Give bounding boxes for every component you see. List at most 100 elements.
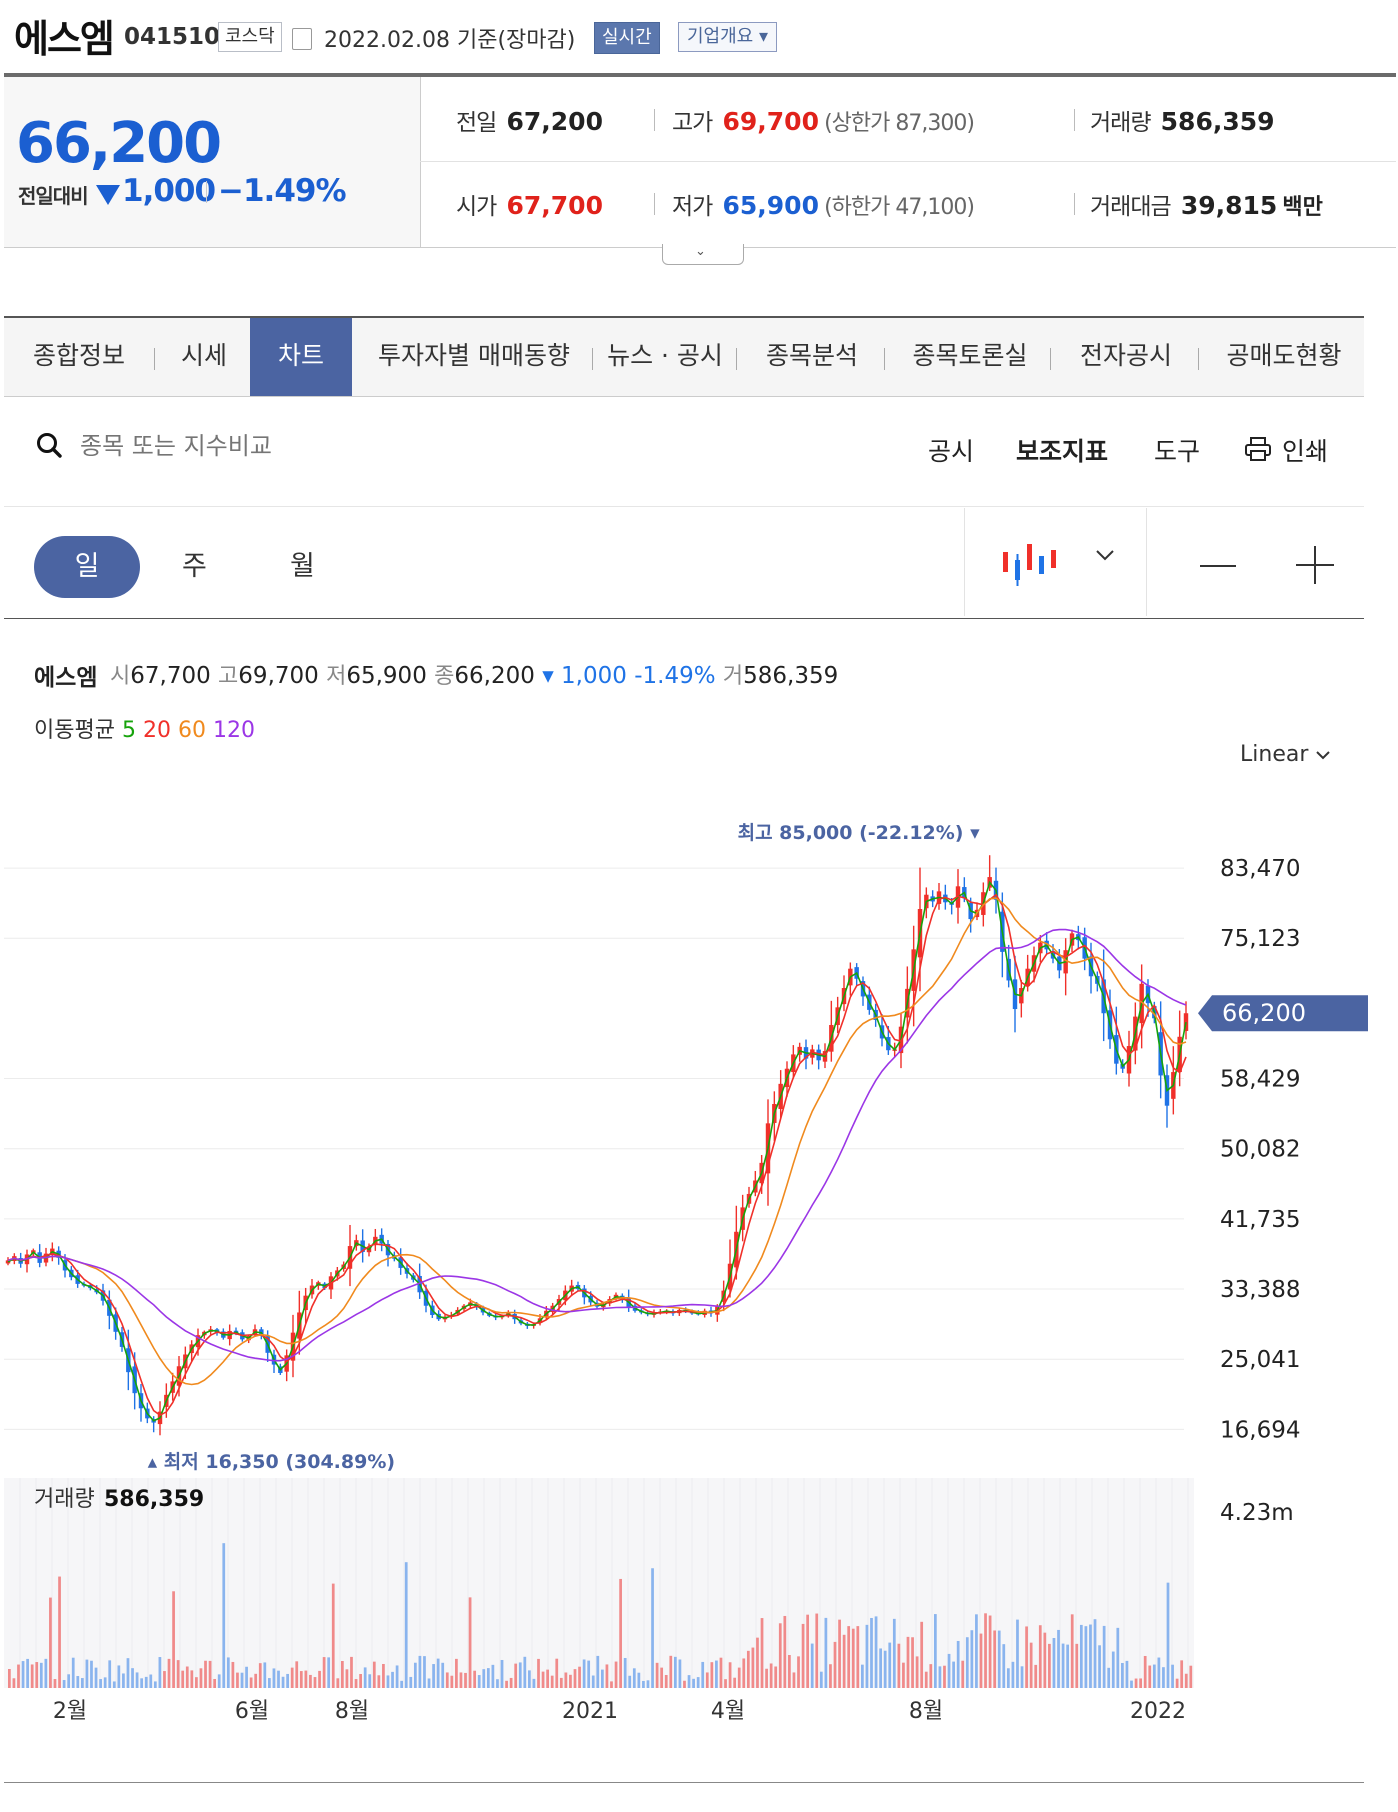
tab-short-selling[interactable]: 공매도현황 xyxy=(1204,318,1364,396)
volume-bar xyxy=(705,1672,709,1688)
volume-bar xyxy=(810,1643,814,1688)
scale-select[interactable]: Linear xyxy=(1240,742,1331,767)
volume-bar xyxy=(299,1671,303,1688)
volume-bar xyxy=(687,1675,691,1688)
volume-bar xyxy=(587,1660,591,1688)
volume-bar xyxy=(404,1562,408,1688)
volume-bar xyxy=(683,1680,686,1688)
print-icon[interactable] xyxy=(1244,436,1272,462)
volume-bar xyxy=(518,1662,522,1688)
disclosure-button[interactable]: 공시 xyxy=(928,432,974,468)
volume-bar xyxy=(8,1669,11,1688)
period-day-button[interactable]: 일 xyxy=(34,536,140,598)
trading-amount: 거래대금 39,815 백만 xyxy=(1090,187,1323,221)
company-overview-label: 기업개요 xyxy=(687,26,754,47)
volume-bar xyxy=(591,1675,595,1688)
volume-bar xyxy=(847,1626,851,1688)
price-chart[interactable]: 83,470 75,123 58,429 50,082 41,735 33,388 25,0… xyxy=(0,780,1398,1780)
tab-news[interactable]: 뉴스 · 공시 xyxy=(598,318,732,396)
volume-bar xyxy=(514,1663,518,1688)
tab-investor-trading[interactable]: 투자자별 매매동향 xyxy=(354,318,594,396)
volume-bar xyxy=(933,1614,937,1688)
stock-name: 에스엠 xyxy=(14,17,115,61)
volume-label: 거래량 xyxy=(34,1487,95,1512)
tab-chart[interactable]: 차트 xyxy=(250,318,352,396)
info-open-label: 시 xyxy=(110,664,131,689)
tab-divider xyxy=(1198,348,1199,370)
volume-bar xyxy=(222,1543,226,1688)
moving-average-legend[interactable]: 이동평균 5 20 60 120 xyxy=(34,712,255,744)
info-high-label: 고 xyxy=(218,664,239,689)
tab-overview[interactable]: 종합정보 xyxy=(4,318,154,396)
volume-bar xyxy=(409,1676,413,1688)
volume-bar xyxy=(309,1674,312,1688)
compare-search-input[interactable] xyxy=(80,428,440,464)
company-overview-button[interactable]: 기업개요 ▾ xyxy=(678,22,778,52)
volume-bar xyxy=(669,1655,673,1688)
y-tick-label: 50,082 xyxy=(1220,1137,1300,1163)
volume-bar xyxy=(363,1667,367,1688)
volume-bar xyxy=(546,1669,549,1688)
volume-bar xyxy=(1098,1645,1101,1688)
volume-bar xyxy=(601,1669,604,1688)
tab-e-disclosure[interactable]: 전자공시 xyxy=(1056,318,1196,396)
indicators-button[interactable]: 보조지표 xyxy=(1016,432,1108,468)
y-tick-label: 16,694 xyxy=(1220,1417,1300,1443)
volume-bar xyxy=(1025,1626,1028,1688)
open-value: 67,700 xyxy=(506,191,603,220)
volume-bar xyxy=(58,1576,61,1688)
volume-tick-label: 4.23m xyxy=(1220,1500,1294,1526)
volume-bar xyxy=(765,1668,768,1688)
tab-analysis[interactable]: 종목분석 xyxy=(742,318,882,396)
candlestick-icon[interactable] xyxy=(1000,540,1056,590)
volume-bar xyxy=(678,1659,682,1688)
volume-bar xyxy=(956,1640,960,1688)
info-low-label: 저 xyxy=(326,664,347,689)
stock-code: 041510 xyxy=(124,24,221,50)
volume-bar xyxy=(450,1675,454,1688)
high-annotation: 최고 85,000 (-22.12%) ▾ xyxy=(738,822,981,844)
period-month-button[interactable]: 월 xyxy=(290,536,315,598)
chevron-down-icon[interactable] xyxy=(1094,548,1116,562)
change-divider xyxy=(206,181,207,203)
volume-bar xyxy=(1102,1625,1106,1688)
volume-bar xyxy=(226,1657,230,1688)
realtime-button[interactable]: 실시간 xyxy=(594,22,660,54)
tools-button[interactable]: 도구 xyxy=(1154,432,1200,468)
info-ohlc: 시67,700 고69,700 저65,900 종66,200 ▾ 1,000 … xyxy=(110,658,838,690)
volume-bar xyxy=(153,1681,157,1688)
y-tick-label: 25,041 xyxy=(1220,1347,1300,1373)
volume-bar xyxy=(724,1679,727,1688)
x-tick-label: 2022 xyxy=(1130,1699,1186,1724)
x-tick-label: 8월 xyxy=(909,1699,943,1724)
volume-bar xyxy=(1139,1678,1142,1688)
volume-bar xyxy=(838,1619,841,1688)
zoom-out-icon[interactable] xyxy=(1200,548,1236,584)
volume-bar xyxy=(569,1674,572,1688)
volume-bar xyxy=(359,1674,362,1688)
zoom-in-icon[interactable] xyxy=(1296,546,1334,584)
volume-bar xyxy=(1084,1626,1088,1688)
volume-bar xyxy=(459,1672,463,1688)
ma-120: 120 xyxy=(212,718,255,743)
low-annotation: ▴ 최저 16,350 (304.89%) xyxy=(148,1451,395,1473)
search-icon[interactable] xyxy=(36,432,62,458)
volume-bar xyxy=(386,1675,390,1688)
print-button[interactable]: 인쇄 xyxy=(1282,432,1328,468)
y-tick-label: 75,123 xyxy=(1220,926,1300,952)
volume-bar xyxy=(596,1655,600,1688)
y-tick-label: 33,388 xyxy=(1220,1277,1300,1303)
period-week-button[interactable]: 주 xyxy=(182,536,207,598)
volume-bar xyxy=(943,1665,946,1688)
toolbar-rule xyxy=(4,506,1364,507)
tab-discussion[interactable]: 종목토론실 xyxy=(890,318,1050,396)
volume-bar xyxy=(965,1637,969,1688)
tab-market-price[interactable]: 시세 xyxy=(154,318,254,396)
expand-quote-button[interactable]: ⌄ xyxy=(662,244,744,265)
info-change: ▾ 1,000 -1.49% xyxy=(542,663,716,689)
volume-bar xyxy=(249,1677,253,1688)
volume-bar xyxy=(423,1656,426,1688)
volume-bar xyxy=(163,1671,166,1688)
volume-bar xyxy=(350,1656,353,1688)
volume-bar xyxy=(304,1670,308,1688)
